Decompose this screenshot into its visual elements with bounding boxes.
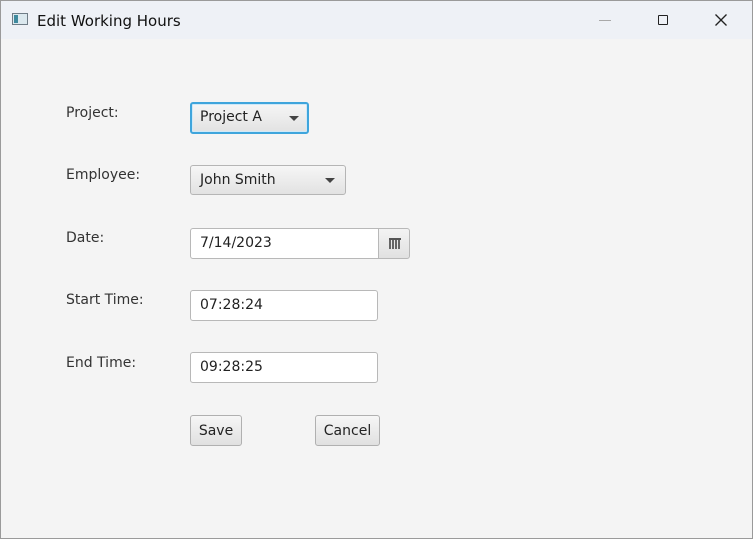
end-time-field[interactable]: 09:28:25 bbox=[190, 352, 378, 383]
date-label: Date: bbox=[66, 230, 105, 246]
maximize-button[interactable] bbox=[634, 1, 692, 39]
cancel-button[interactable]: Cancel bbox=[315, 415, 380, 446]
date-field[interactable]: 7/14/2023 bbox=[190, 228, 379, 259]
title-bar[interactable]: Edit Working Hours bbox=[1, 1, 752, 39]
chevron-down-icon bbox=[289, 116, 299, 121]
minimize-icon bbox=[599, 19, 611, 21]
date-value: 7/14/2023 bbox=[200, 235, 272, 251]
window-title: Edit Working Hours bbox=[37, 12, 181, 30]
start-time-label: Start Time: bbox=[66, 292, 144, 308]
app-icon bbox=[12, 13, 28, 25]
project-value: Project A bbox=[200, 109, 262, 125]
calendar-icon bbox=[389, 238, 401, 249]
employee-value: John Smith bbox=[200, 172, 276, 188]
project-combobox[interactable]: Project A bbox=[190, 102, 309, 134]
edit-working-hours-window: Edit Working Hours Project: Project A Em… bbox=[0, 0, 753, 539]
save-button[interactable]: Save bbox=[190, 415, 242, 446]
date-picker-button[interactable] bbox=[378, 228, 410, 259]
employee-label: Employee: bbox=[66, 167, 141, 183]
chevron-down-icon bbox=[325, 178, 335, 183]
employee-combobox[interactable]: John Smith bbox=[190, 165, 346, 195]
start-time-field[interactable]: 07:28:24 bbox=[190, 290, 378, 321]
close-button[interactable] bbox=[692, 1, 750, 39]
end-time-label: End Time: bbox=[66, 355, 137, 371]
close-icon bbox=[715, 14, 727, 26]
project-label: Project: bbox=[66, 105, 119, 121]
minimize-button[interactable] bbox=[576, 1, 634, 39]
start-time-value: 07:28:24 bbox=[200, 297, 263, 313]
end-time-value: 09:28:25 bbox=[200, 359, 263, 375]
maximize-icon bbox=[658, 15, 668, 25]
